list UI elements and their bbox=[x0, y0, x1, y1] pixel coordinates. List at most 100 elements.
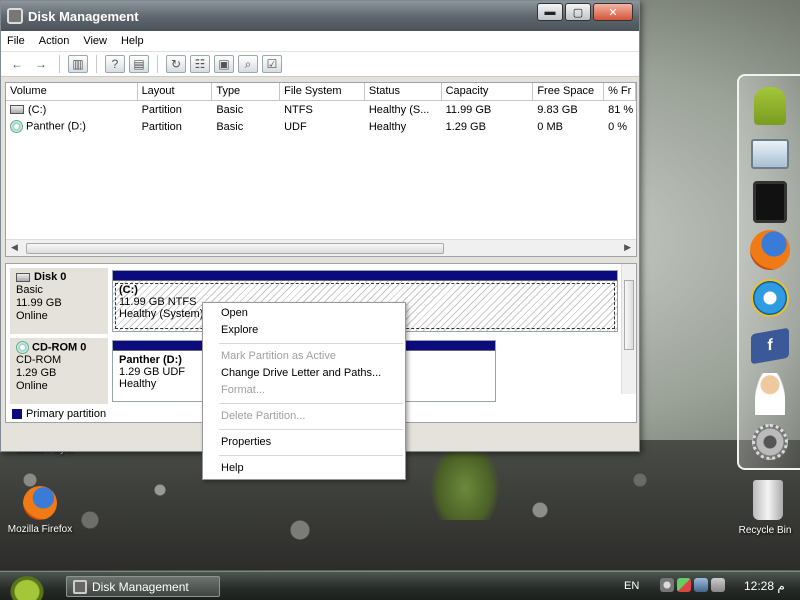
scrollbar-thumb[interactable] bbox=[624, 280, 634, 350]
system-tray bbox=[660, 578, 725, 592]
volume-tray-icon[interactable] bbox=[694, 578, 708, 592]
refresh-icon[interactable]: ↻ bbox=[166, 55, 186, 73]
show-hide-tree-icon[interactable]: ▥ bbox=[68, 55, 88, 73]
column-header-status[interactable]: Status bbox=[365, 83, 442, 100]
file-system-cell: UDF bbox=[284, 120, 307, 133]
minimize-button[interactable]: ▬ bbox=[537, 3, 563, 21]
volume-cell: Panther (D:) bbox=[6, 120, 138, 133]
vertical-scrollbar[interactable] bbox=[621, 264, 636, 394]
column-header-free-space[interactable]: Free Space bbox=[533, 83, 605, 100]
volume-list[interactable]: Volume Layout Type File System Status Ca… bbox=[5, 82, 637, 257]
dock-item-firefox[interactable] bbox=[747, 228, 793, 272]
taskbar-item-disk-management[interactable]: Disk Management bbox=[66, 576, 220, 597]
device-tray-icon[interactable] bbox=[711, 578, 725, 592]
capacity-cell: 1.29 GB bbox=[445, 120, 486, 133]
open-folder-icon[interactable]: ▣ bbox=[214, 55, 234, 73]
percent-free-cell: 0 % bbox=[608, 120, 628, 133]
security-tray-icon[interactable] bbox=[677, 578, 691, 592]
table-row[interactable]: Panther (D:) Partition Basic UDF Healthy… bbox=[6, 118, 636, 135]
menu-action[interactable]: Action bbox=[39, 35, 70, 47]
recycle-bin-icon bbox=[753, 480, 783, 520]
cd-drive-icon bbox=[10, 120, 23, 133]
menu-item-help[interactable]: Help bbox=[203, 460, 405, 477]
dock-item-support[interactable] bbox=[747, 372, 793, 416]
menu-item-properties[interactable]: Properties bbox=[203, 434, 405, 451]
column-header-type[interactable]: Type bbox=[212, 83, 281, 100]
menu-view[interactable]: View bbox=[83, 35, 107, 47]
menu-item-delete-partition: Delete Partition... bbox=[221, 410, 306, 422]
properties-icon[interactable]: ☷ bbox=[190, 55, 210, 73]
help-icon[interactable]: ? bbox=[105, 55, 125, 73]
firefox-icon bbox=[750, 230, 790, 270]
hard-disk-icon bbox=[16, 272, 30, 282]
network-tray-icon[interactable] bbox=[660, 578, 674, 592]
disk-management-app-icon bbox=[73, 579, 87, 594]
toolbar: ← → ▥ ? ▤ ↻ ☷ ▣ ⌕ ☑ bbox=[1, 51, 639, 77]
desktop-icon-firefox[interactable]: Mozilla Firefox bbox=[0, 486, 80, 535]
partition-d-label: Panther (D:) bbox=[119, 354, 182, 366]
menu-file[interactable]: File bbox=[7, 35, 25, 47]
rescan-disks-icon[interactable]: ☑ bbox=[262, 55, 282, 73]
legend: Primary partition bbox=[12, 408, 106, 420]
volume-list-header: Volume Layout Type File System Status Ca… bbox=[6, 83, 636, 101]
menu-bar: File Action View Help bbox=[1, 31, 639, 51]
dock-item-settings[interactable] bbox=[747, 420, 793, 464]
cd-drive-icon bbox=[16, 341, 29, 354]
dock-item-network[interactable] bbox=[747, 132, 793, 176]
wallpaper-figure bbox=[430, 440, 500, 520]
table-row[interactable]: (C:) Partition Basic NTFS Healthy (S... … bbox=[6, 101, 636, 118]
clock[interactable]: 12:28 م bbox=[744, 579, 785, 593]
toolbar-separator bbox=[157, 55, 158, 73]
column-header-volume[interactable]: Volume bbox=[6, 83, 138, 100]
start-button[interactable] bbox=[6, 572, 48, 600]
scroll-left-arrow-icon[interactable]: ◀ bbox=[11, 242, 18, 253]
title-bar[interactable]: Disk Management ▬ ▢ ✕ bbox=[1, 1, 639, 31]
disk-0-info[interactable]: Disk 0 Basic 11.99 GB Online bbox=[10, 268, 108, 334]
desktop-icon-recycle-bin[interactable] bbox=[745, 478, 791, 522]
menu-separator bbox=[219, 455, 403, 456]
facebook-icon: f bbox=[751, 327, 789, 365]
tablet-icon bbox=[753, 181, 787, 223]
forward-arrow-icon[interactable]: → bbox=[31, 55, 51, 73]
type-cell: Basic bbox=[216, 103, 244, 116]
column-header-file-system[interactable]: File System bbox=[280, 83, 365, 100]
scroll-right-arrow-icon[interactable]: ▶ bbox=[624, 242, 631, 253]
capacity-cell: 11.99 GB bbox=[445, 103, 492, 116]
column-header-layout[interactable]: Layout bbox=[138, 83, 213, 100]
window-title: Disk Management bbox=[28, 8, 139, 24]
cdrom-0-size: 1.29 GB bbox=[16, 367, 57, 380]
type-cell: Basic bbox=[216, 120, 244, 133]
volume-cell: (C:) bbox=[6, 104, 138, 116]
cdrom-0-info[interactable]: CD-ROM 0 CD-ROM 1.29 GB Online bbox=[10, 338, 108, 404]
menu-item-change-drive-letter[interactable]: Change Drive Letter and Paths... bbox=[203, 365, 405, 382]
cdrom-0-state: Online bbox=[16, 380, 48, 393]
search-icon[interactable]: ⌕ bbox=[238, 55, 258, 73]
properties-panel-icon[interactable]: ▤ bbox=[129, 55, 149, 73]
menu-separator bbox=[219, 403, 403, 404]
menu-item-open[interactable]: Open bbox=[203, 305, 405, 322]
dock-item-internet-explorer[interactable] bbox=[747, 276, 793, 320]
horizontal-scrollbar[interactable]: ◀ ▶ bbox=[6, 239, 636, 256]
network-monitor-icon bbox=[751, 139, 789, 169]
back-arrow-icon[interactable]: ← bbox=[7, 55, 27, 73]
settings-gear-icon bbox=[752, 424, 788, 460]
android-icon bbox=[754, 87, 786, 125]
dock-item-facebook[interactable]: f bbox=[747, 324, 793, 368]
close-button[interactable]: ✕ bbox=[593, 3, 633, 21]
disk-0-size: 11.99 GB bbox=[16, 297, 62, 309]
language-indicator[interactable]: EN bbox=[624, 580, 639, 592]
free-space-cell: 0 MB bbox=[537, 120, 563, 133]
layout-cell: Partition bbox=[141, 120, 182, 133]
primary-partition-bar bbox=[113, 271, 617, 281]
menu-item-explore[interactable]: Explore bbox=[203, 322, 405, 339]
column-header-capacity[interactable]: Capacity bbox=[442, 83, 534, 100]
context-menu: Open Explore Mark Partition as Active Ch… bbox=[202, 302, 406, 480]
scrollbar-thumb[interactable] bbox=[26, 243, 444, 254]
maximize-button[interactable]: ▢ bbox=[565, 3, 591, 21]
menu-help[interactable]: Help bbox=[121, 35, 144, 47]
disk-0-state: Online bbox=[16, 310, 48, 322]
column-header-percent-free[interactable]: % Fr bbox=[604, 83, 636, 100]
dock-item-android[interactable] bbox=[747, 84, 793, 128]
partition-c-label: (C:) bbox=[119, 284, 138, 296]
dock-item-tablet[interactable] bbox=[747, 180, 793, 224]
